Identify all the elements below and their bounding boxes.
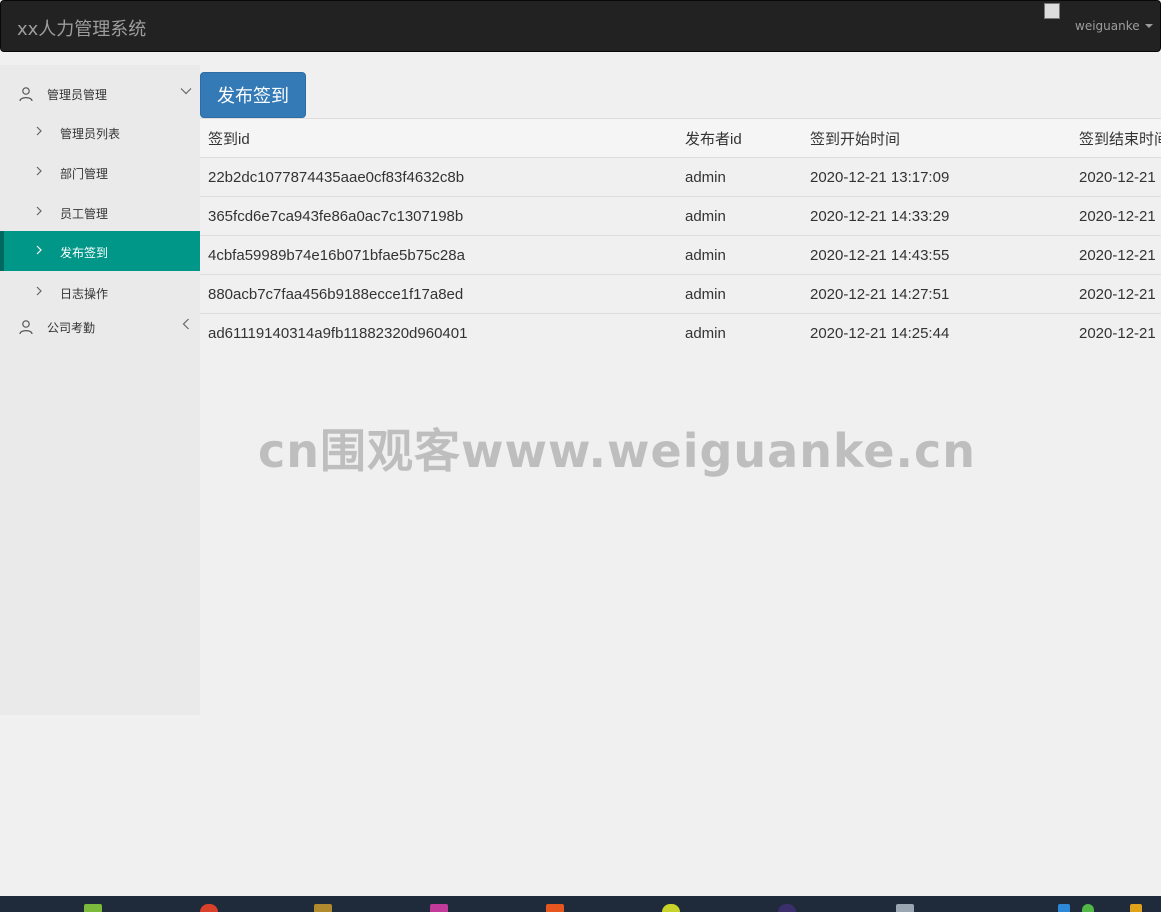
table-cell: 2020-12-21 <box>1071 313 1161 353</box>
chevron-right-icon <box>36 206 42 216</box>
table-cell: 22b2dc1077874435aae0cf83f4632c8b <box>200 157 677 197</box>
chat-icon[interactable] <box>662 904 680 912</box>
sidebar-item-label: 部门管理 <box>60 167 109 181</box>
chevron-right-icon <box>36 166 42 176</box>
ide-icon[interactable] <box>430 904 448 912</box>
table-cell: 2020-12-21 14:27:51 <box>802 274 1071 314</box>
table-cell: 2020-12-21 14:43:55 <box>802 235 1071 275</box>
user-avatar-icon <box>1044 3 1060 19</box>
site-watermark: cn围观客www.weiguanke.cn <box>258 424 977 478</box>
sidebar-item-employee[interactable]: 员工管理 <box>0 192 200 232</box>
sidebar-item-admin-list[interactable]: 管理员列表 <box>0 112 200 152</box>
table-cell: 2020-12-21 <box>1071 157 1161 197</box>
top-navbar: xx人力管理系统 weiguanke <box>0 0 1161 52</box>
sidebar-group-label: 公司考勤 <box>47 321 96 335</box>
chevron-right-icon <box>36 245 42 255</box>
table-row[interactable]: 365fcd6e7ca943fe86a0ac7c1307198b admin 2… <box>200 196 1161 236</box>
user-icon <box>19 87 33 102</box>
chevron-right-icon <box>36 286 42 296</box>
table-cell: 2020-12-21 <box>1071 274 1161 314</box>
user-menu-dropdown[interactable]: weiguanke <box>1075 19 1153 33</box>
column-header[interactable]: 签到开始时间 <box>802 118 1071 158</box>
table-cell: 2020-12-21 13:17:09 <box>802 157 1071 197</box>
table-cell: 2020-12-21 14:33:29 <box>802 196 1071 236</box>
tray-icon[interactable] <box>1058 904 1070 912</box>
table-cell: ad61119140314a9fb11882320d960401 <box>200 313 677 353</box>
sidebar-group-attendance[interactable]: 公司考勤 <box>0 306 200 346</box>
table-cell: 880acb7c7faa456b9188ecce1f17a8ed <box>200 274 677 314</box>
column-header[interactable]: 签到结束时间 <box>1071 118 1161 158</box>
folder-icon[interactable] <box>314 904 332 912</box>
tray-icon[interactable] <box>1130 904 1142 912</box>
chevron-down-icon <box>180 88 192 95</box>
sidebar: 管理员管理 管理员列表 部门管理 员工管理 发布签到 日志操作 公司考勤 <box>0 65 200 715</box>
table-cell: admin <box>677 313 802 353</box>
sidebar-item-label: 管理员列表 <box>60 127 121 141</box>
app-icon[interactable] <box>84 904 102 912</box>
table-cell: admin <box>677 196 802 236</box>
sidebar-item-label: 员工管理 <box>60 207 109 221</box>
chevron-left-icon <box>182 318 189 330</box>
table-cell: admin <box>677 274 802 314</box>
sidebar-item-department[interactable]: 部门管理 <box>0 152 200 192</box>
checkin-table: 签到id 发布者id 签到开始时间 签到结束时间 22b2dc107787443… <box>200 118 1161 378</box>
app-title[interactable]: xx人力管理系统 <box>17 15 146 41</box>
table-row[interactable]: 4cbfa59989b74e16b071bfae5b75c28a admin 2… <box>200 235 1161 275</box>
caret-down-icon <box>1144 24 1153 28</box>
chevron-right-icon <box>36 126 42 136</box>
table-cell: 2020-12-21 <box>1071 235 1161 275</box>
browser-icon[interactable] <box>200 904 218 912</box>
user-icon <box>19 320 33 335</box>
table-cell: 365fcd6e7ca943fe86a0ac7c1307198b <box>200 196 677 236</box>
table-cell: 2020-12-21 <box>1071 196 1161 236</box>
table-cell: 2020-12-21 14:25:44 <box>802 313 1071 353</box>
media-icon[interactable] <box>546 904 564 912</box>
tray-icon[interactable] <box>1082 904 1094 912</box>
notes-icon[interactable] <box>896 904 914 912</box>
sidebar-item-label: 发布签到 <box>60 246 109 260</box>
table-header-row: 签到id 发布者id 签到开始时间 签到结束时间 <box>200 118 1161 158</box>
publish-checkin-button[interactable]: 发布签到 <box>200 72 306 118</box>
sidebar-item-publish-checkin[interactable]: 发布签到 <box>0 231 200 271</box>
os-taskbar <box>0 896 1161 912</box>
column-header[interactable]: 签到id <box>200 118 677 158</box>
table-row[interactable]: ad61119140314a9fb11882320d960401 admin 2… <box>200 313 1161 353</box>
app-icon[interactable] <box>778 904 796 912</box>
table-cell: admin <box>677 157 802 197</box>
table-row[interactable]: 22b2dc1077874435aae0cf83f4632c8b admin 2… <box>200 157 1161 197</box>
sidebar-item-label: 日志操作 <box>60 287 109 301</box>
table-cell: 4cbfa59989b74e16b071bfae5b75c28a <box>200 235 677 275</box>
sidebar-group-admin-management[interactable]: 管理员管理 <box>0 73 200 113</box>
username-label: weiguanke <box>1075 19 1140 33</box>
table-row[interactable]: 880acb7c7faa456b9188ecce1f17a8ed admin 2… <box>200 274 1161 314</box>
sidebar-group-label: 管理员管理 <box>47 88 108 102</box>
table-cell: admin <box>677 235 802 275</box>
column-header[interactable]: 发布者id <box>677 118 802 158</box>
